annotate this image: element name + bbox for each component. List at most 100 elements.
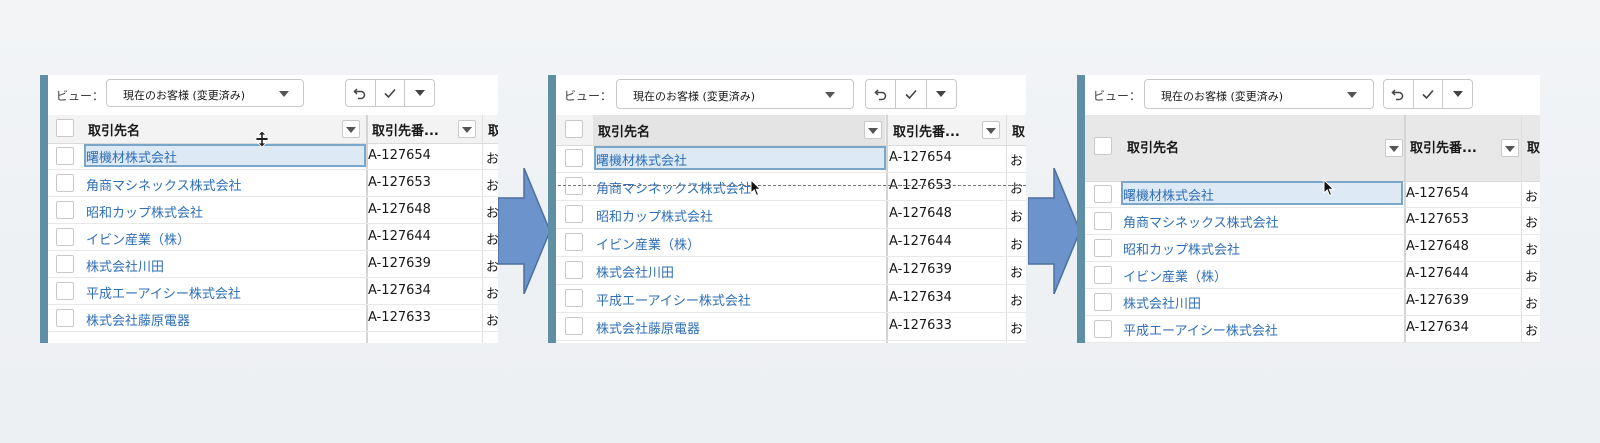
table-row[interactable]: 角商マシネックス株式会社 A-127653 お bbox=[556, 173, 1026, 201]
row-checkbox[interactable] bbox=[1094, 293, 1112, 311]
table-row[interactable]: イビン産業（株） A-127644 お bbox=[556, 229, 1026, 257]
account-name-link[interactable]: イビン産業（株） bbox=[86, 229, 190, 248]
row-checkbox[interactable] bbox=[1094, 266, 1112, 284]
account-name-link[interactable]: 角商マシネックス株式会社 bbox=[1123, 212, 1279, 231]
account-name-link[interactable]: 平成エーアイシー株式会社 bbox=[86, 283, 241, 302]
account-name-link[interactable]: 昭和カップ株式会社 bbox=[596, 206, 713, 225]
table-row[interactable]: 株式会社藤原電器 A-127633 お bbox=[556, 313, 1026, 341]
select-all-checkbox[interactable] bbox=[565, 120, 583, 138]
row-checkbox[interactable] bbox=[1094, 185, 1112, 203]
column-menu-button[interactable] bbox=[982, 121, 1000, 139]
table-row[interactable]: 株式会社藤原電器 A-127633 お bbox=[48, 305, 498, 332]
account-name-link[interactable]: 平成エーアイシー株式会社 bbox=[1123, 320, 1278, 339]
row-checkbox[interactable] bbox=[565, 177, 583, 195]
column-header-number[interactable]: 取引先番... bbox=[1410, 137, 1477, 156]
account-name-link[interactable]: 昭和カップ株式会社 bbox=[86, 202, 203, 221]
row-checkbox[interactable] bbox=[565, 261, 583, 279]
table-row[interactable]: 昭和カップ株式会社 A-127648 お bbox=[556, 201, 1026, 229]
row-checkbox[interactable] bbox=[56, 282, 74, 300]
step1-panel: ビュー： 現在のお客様 (変更済み) 取引先名 取引先番... 取引 bbox=[40, 75, 498, 343]
row-checkbox[interactable] bbox=[1094, 212, 1112, 230]
table-row[interactable]: 昭和カップ株式会社 A-127648 お bbox=[48, 197, 498, 224]
table-row[interactable]: イビン産業（株） A-127644 お bbox=[48, 224, 498, 251]
column-header-number[interactable]: 取引先番... bbox=[893, 121, 960, 140]
view-select[interactable]: 現在のお客様 (変更済み) bbox=[616, 79, 854, 109]
save-button[interactable] bbox=[1414, 80, 1444, 108]
view-select-value: 現在のお客様 (変更済み) bbox=[633, 90, 756, 103]
row-checkbox[interactable] bbox=[565, 233, 583, 251]
row-checkbox[interactable] bbox=[565, 149, 583, 167]
more-actions-button[interactable] bbox=[927, 80, 956, 108]
table-row[interactable]: 株式会社川田 A-127639 お bbox=[1085, 289, 1540, 316]
row-checkbox[interactable] bbox=[56, 228, 74, 246]
account-name-link[interactable]: 曙機材株式会社 bbox=[1123, 185, 1214, 204]
row-checkbox[interactable] bbox=[1094, 239, 1112, 257]
account-name-link[interactable]: イビン産業（株） bbox=[596, 234, 700, 253]
table-row[interactable]: 角商マシネックス株式会社 A-127653 お bbox=[1085, 208, 1540, 235]
more-actions-button[interactable] bbox=[405, 80, 434, 106]
column-header-number[interactable]: 取引先番... bbox=[372, 120, 439, 139]
account-name-link[interactable]: 平成エーアイシー株式会社 bbox=[596, 290, 751, 309]
column-menu-button[interactable] bbox=[864, 121, 882, 139]
column-header-name[interactable]: 取引先名 bbox=[1127, 137, 1179, 156]
view-select[interactable]: 現在のお客様 (変更済み) bbox=[106, 79, 304, 107]
column-header-name[interactable]: 取引先名 bbox=[88, 120, 140, 139]
table-row[interactable]: 株式会社川田 A-127639 お bbox=[556, 257, 1026, 285]
column-menu-button[interactable] bbox=[1385, 139, 1403, 157]
cell-truncated: お bbox=[1525, 270, 1539, 285]
row-checkbox[interactable] bbox=[56, 174, 74, 192]
table-row[interactable]: 平成エーアイシー株式会社 A-127634 お bbox=[48, 278, 498, 305]
column-menu-button[interactable] bbox=[1501, 139, 1519, 157]
row-checkbox[interactable] bbox=[56, 309, 74, 327]
column-menu-button[interactable] bbox=[342, 120, 360, 138]
table-row[interactable]: イビン産業（株） A-127644 お bbox=[1085, 262, 1540, 289]
row-checkbox[interactable] bbox=[56, 201, 74, 219]
account-name-link[interactable]: 昭和カップ株式会社 bbox=[1123, 239, 1240, 258]
column-menu-button[interactable] bbox=[458, 120, 476, 138]
account-number: A-127634 bbox=[1406, 320, 1469, 335]
undo-button[interactable] bbox=[866, 80, 897, 108]
undo-button[interactable] bbox=[1384, 80, 1414, 108]
account-name-link[interactable]: イビン産業（株） bbox=[1123, 266, 1227, 285]
column-header-more[interactable]: 取 bbox=[1012, 121, 1025, 140]
select-all-checkbox[interactable] bbox=[1094, 137, 1112, 155]
account-name-link[interactable]: 株式会社藤原電器 bbox=[596, 318, 700, 337]
row-checkbox[interactable] bbox=[56, 147, 74, 165]
column-header-more[interactable]: 取引 bbox=[488, 120, 498, 139]
account-name-link[interactable]: 株式会社川田 bbox=[1123, 293, 1201, 312]
table-row[interactable]: 昭和カップ株式会社 A-127648 お bbox=[1085, 235, 1540, 262]
table-row[interactable]: 平成エーアイシー株式会社 A-127634 お bbox=[1085, 316, 1540, 343]
account-name-link[interactable]: 角商マシネックス株式会社 bbox=[86, 175, 242, 194]
cell-truncated: お bbox=[486, 260, 498, 275]
account-name-link[interactable]: 曙機材株式会社 bbox=[596, 150, 687, 169]
cell-truncated: お bbox=[486, 287, 498, 302]
account-name-link[interactable]: 株式会社川田 bbox=[86, 256, 164, 275]
check-icon bbox=[384, 88, 396, 99]
view-select[interactable]: 現在のお客様 (変更済み) bbox=[1144, 79, 1374, 109]
save-button[interactable] bbox=[376, 80, 406, 106]
table-row[interactable]: 曙機材株式会社 A-127654 お bbox=[48, 143, 498, 170]
column-header-more[interactable]: 取 bbox=[1527, 137, 1540, 156]
account-name-link[interactable]: 角商マシネックス株式会社 bbox=[596, 178, 752, 197]
table-row[interactable]: 角商マシネックス株式会社 A-127653 お bbox=[48, 170, 498, 197]
table-row[interactable]: 曙機材株式会社 A-127654 お bbox=[556, 145, 1026, 173]
undo-button[interactable] bbox=[346, 80, 376, 106]
resize-cursor-icon bbox=[255, 130, 269, 148]
save-button[interactable] bbox=[896, 80, 927, 108]
row-checkbox[interactable] bbox=[56, 255, 74, 273]
account-name-link[interactable]: 曙機材株式会社 bbox=[86, 147, 177, 166]
select-all-checkbox[interactable] bbox=[56, 119, 74, 137]
row-checkbox[interactable] bbox=[565, 289, 583, 307]
account-name-link[interactable]: 株式会社川田 bbox=[596, 262, 674, 281]
account-name-link[interactable]: 株式会社藤原電器 bbox=[86, 310, 190, 329]
check-icon bbox=[1422, 89, 1434, 100]
row-checkbox[interactable] bbox=[565, 317, 583, 335]
table-row[interactable]: 株式会社川田 A-127639 お bbox=[48, 251, 498, 278]
row-checkbox[interactable] bbox=[1094, 320, 1112, 338]
table-row[interactable]: 曙機材株式会社 A-127654 お bbox=[1085, 181, 1540, 208]
row-checkbox[interactable] bbox=[565, 205, 583, 223]
table-row[interactable]: 平成エーアイシー株式会社 A-127634 お bbox=[556, 285, 1026, 313]
step3-panel: ビュー： 現在のお客様 (変更済み) 取引先名 取引先番... 取 曙機材株式会… bbox=[1077, 75, 1540, 343]
column-header-name[interactable]: 取引先名 bbox=[598, 121, 650, 140]
more-actions-button[interactable] bbox=[1443, 80, 1472, 108]
